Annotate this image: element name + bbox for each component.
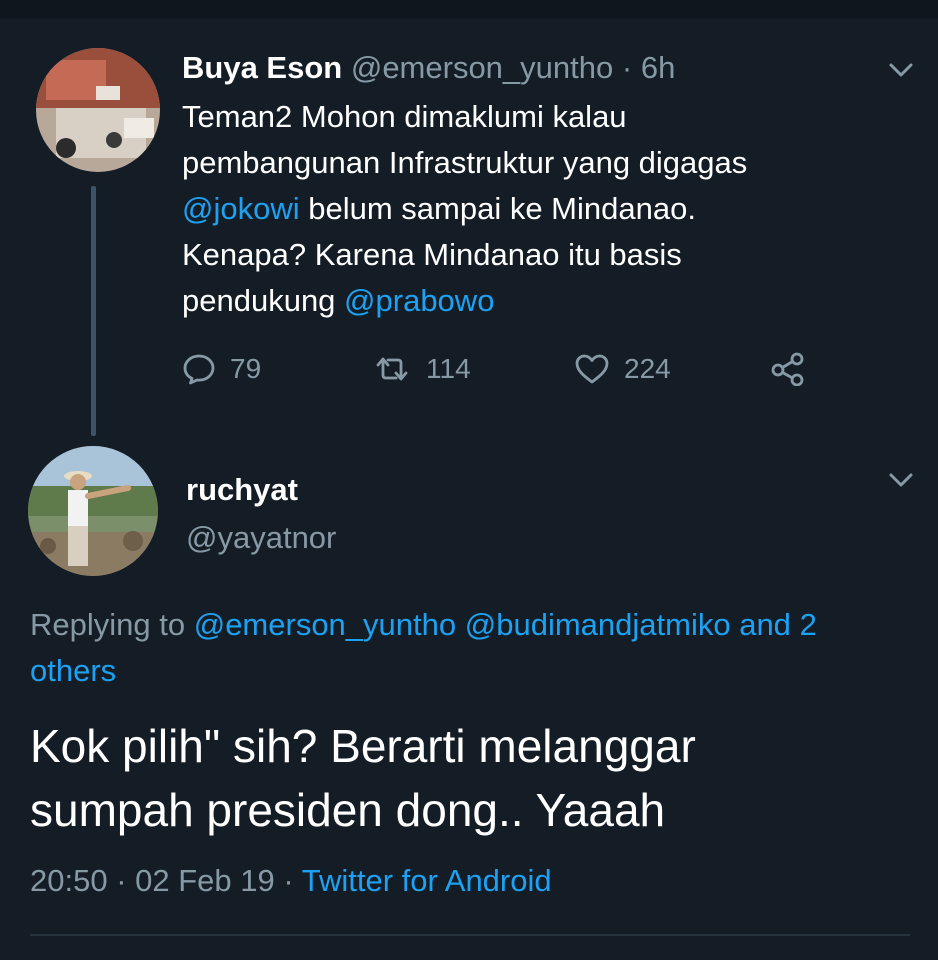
reply-action[interactable]: 79 (182, 346, 261, 392)
parent-avatar[interactable] (36, 48, 160, 172)
parent-timestamp[interactable]: 6h (641, 50, 675, 85)
parent-text-line: @jokowi belum sampai ke Mindanao. (182, 186, 872, 232)
parent-tweet-text: Teman2 Mohon dimaklumi kalau pembangunan … (182, 94, 872, 324)
reply-date[interactable]: 02 Feb 19 (135, 863, 275, 898)
parent-text-line: pembangunan Infrastruktur yang digagas (182, 140, 872, 186)
chevron-down-icon[interactable] (888, 60, 914, 80)
meta-separator: · (283, 863, 294, 898)
replying-and[interactable]: and (739, 607, 791, 642)
parent-display-name[interactable]: Buya Eson (182, 50, 342, 85)
tweet-text-segment: Teman2 Mohon dimaklumi kalau (182, 99, 627, 134)
retweet-action[interactable]: 114 (372, 346, 471, 392)
replying-to-line: Replying to @emerson_yuntho @budimandjat… (30, 602, 910, 694)
tweet-text-segment: pendukung (182, 283, 345, 318)
replying-mention-1[interactable]: @emerson_yuntho (194, 607, 456, 642)
avatar-photo-icon (36, 48, 160, 172)
reply-meta: 20:50 · 02 Feb 19 · Twitter for Android (30, 860, 552, 902)
parent-tweet-header: Buya Eson @emerson_yuntho · 6h (182, 48, 862, 88)
reply-text-line: Kok pilih" sih? Berarti melanggar (30, 720, 696, 772)
like-action[interactable]: 224 (574, 346, 671, 392)
parent-tweet-actions: 79 114 224 (182, 346, 822, 392)
chevron-down-icon[interactable] (888, 470, 914, 490)
share-icon (771, 352, 804, 386)
retweet-count: 114 (426, 353, 471, 384)
thread-connector-line (91, 186, 96, 436)
reply-count: 79 (230, 353, 262, 384)
share-action[interactable] (770, 346, 806, 392)
divider (30, 934, 910, 936)
heart-icon (575, 354, 609, 384)
reply-time[interactable]: 20:50 (30, 863, 108, 898)
like-count: 224 (624, 353, 671, 384)
parent-separator: · (621, 50, 633, 85)
reply-source-link[interactable]: Twitter for Android (302, 863, 552, 898)
top-strip (0, 0, 938, 18)
tweet-text-segment: Kenapa? Karena Mindanao itu basis (182, 237, 682, 272)
reply-avatar[interactable] (28, 446, 158, 576)
replying-prefix: Replying to (30, 607, 194, 642)
tweet-text-segment: pembangunan Infrastruktur yang digagas (182, 145, 748, 180)
parent-handle[interactable]: @emerson_yuntho (351, 50, 613, 85)
parent-text-line: pendukung @prabowo (182, 278, 872, 324)
reply-display-name[interactable]: ruchyat (186, 470, 298, 510)
reply-handle[interactable]: @yayatnor (186, 518, 336, 558)
parent-text-line: Kenapa? Karena Mindanao itu basis (182, 232, 872, 278)
tweet-text-segment: belum sampai ke Mindanao. (299, 191, 696, 226)
retweet-icon (376, 357, 408, 381)
comment-bubble-icon (183, 354, 215, 385)
mention-link[interactable]: @jokowi (182, 191, 300, 226)
reply-tweet-text: Kok pilih" sih? Berarti melanggar sumpah… (30, 714, 910, 842)
avatar-photo-icon (28, 446, 158, 576)
reply-text-line: sumpah presiden dong.. Yaaah (30, 784, 666, 836)
meta-separator: · (116, 863, 127, 898)
parent-text-line: Teman2 Mohon dimaklumi kalau (182, 94, 872, 140)
mention-link[interactable]: @prabowo (344, 283, 494, 318)
replying-mention-2[interactable]: @budimandjatmiko (465, 607, 731, 642)
